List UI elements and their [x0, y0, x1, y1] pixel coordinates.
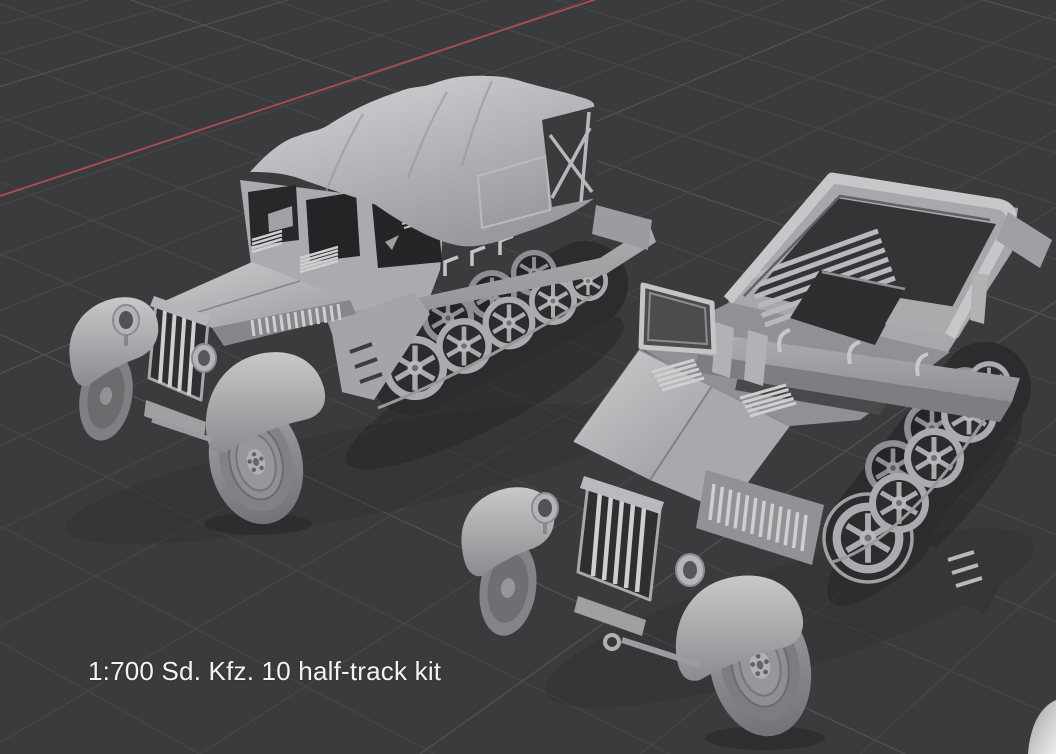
- louver-line: [331, 305, 333, 321]
- louver-line: [317, 308, 319, 324]
- headlight-right: [192, 344, 216, 372]
- model-partial-corner[interactable]: [1028, 700, 1056, 754]
- louver-line: [295, 312, 297, 328]
- louver-line: [338, 304, 340, 320]
- rear-deck: [592, 205, 652, 250]
- road-wheel: [483, 297, 536, 350]
- headlight-right: [676, 554, 704, 586]
- louver-line: [266, 317, 268, 333]
- caption: 1:700 Sd. Kfz. 10 half-track kit Sd. Kfz…: [88, 579, 452, 754]
- louver-line: [309, 309, 311, 325]
- louver-line: [252, 320, 254, 336]
- ground-shadow: [57, 375, 643, 572]
- viewport-3d[interactable]: 1:700 Sd. Kfz. 10 half-track kit Sd. Kfz…: [0, 0, 1056, 754]
- model-halftrack-canopy[interactable]: [57, 76, 656, 573]
- louver-line: [259, 319, 261, 335]
- rear-support: [970, 272, 988, 324]
- louver-line: [302, 311, 304, 327]
- louver-line: [324, 307, 326, 323]
- louver-line: [274, 316, 276, 332]
- louver-line: [288, 313, 290, 329]
- louver-line: [281, 315, 283, 331]
- windshield-frame: [641, 285, 714, 352]
- caption-line-1: 1:700 Sd. Kfz. 10 half-track kit: [88, 653, 452, 690]
- front-crossmember: [574, 596, 646, 636]
